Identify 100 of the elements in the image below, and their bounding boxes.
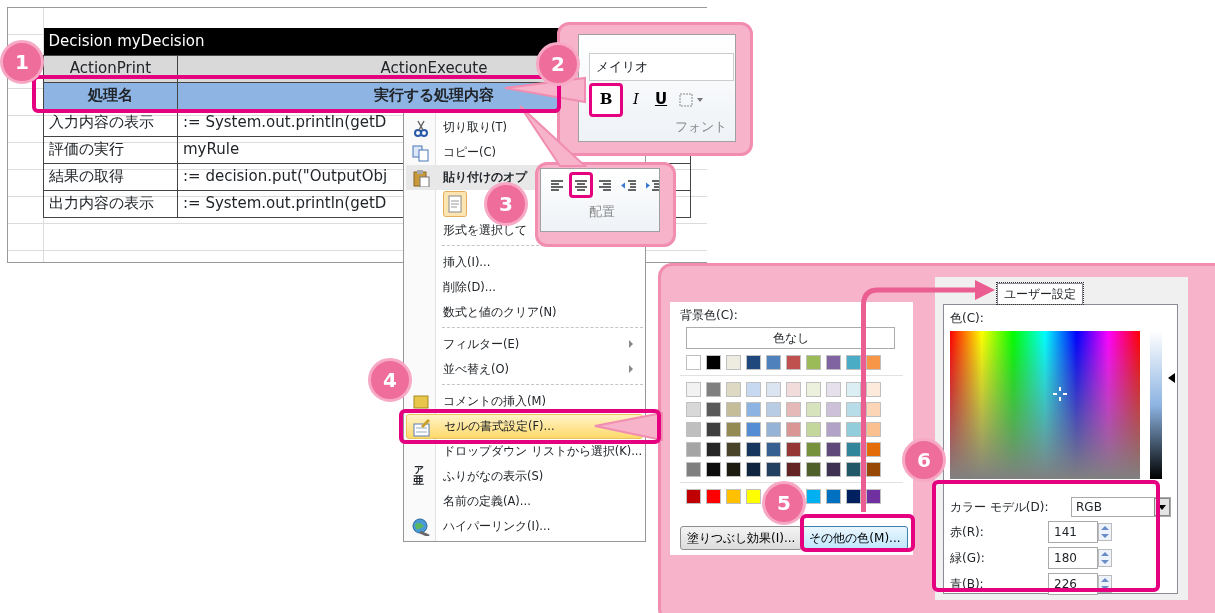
channel-value-field[interactable]: 141	[1048, 521, 1098, 543]
menu-item[interactable]: 挿入(I)...	[443, 253, 491, 272]
channel-value-field[interactable]: 180	[1048, 547, 1098, 569]
color-swatch[interactable]	[846, 382, 861, 397]
color-swatch[interactable]	[806, 355, 821, 370]
color-swatch[interactable]	[686, 442, 701, 457]
color-swatch[interactable]	[766, 382, 781, 397]
color-swatch[interactable]	[806, 402, 821, 417]
color-swatch[interactable]	[786, 442, 801, 457]
color-swatch[interactable]	[706, 462, 721, 477]
menu-item[interactable]: フィルター(E)	[443, 335, 520, 354]
color-swatch[interactable]	[846, 462, 861, 477]
menu-item[interactable]: 並べ替え(O)	[443, 360, 510, 379]
menu-item[interactable]: ドロップダウン リストから選択(K)...	[443, 442, 643, 461]
color-swatch[interactable]	[806, 382, 821, 397]
color-swatch[interactable]	[826, 382, 841, 397]
color-swatch[interactable]	[746, 355, 761, 370]
color-swatch[interactable]	[706, 355, 721, 370]
slider-pointer-icon[interactable]	[1168, 373, 1175, 384]
color-swatch[interactable]	[686, 422, 701, 437]
color-swatch[interactable]	[706, 382, 721, 397]
color-swatch[interactable]	[866, 462, 881, 477]
color-swatch[interactable]	[806, 422, 821, 437]
no-color-option[interactable]: 色なし	[686, 327, 895, 349]
color-spectrum[interactable]	[950, 331, 1140, 479]
color-swatch[interactable]	[806, 489, 821, 504]
color-swatch[interactable]	[686, 462, 701, 477]
color-swatch[interactable]	[686, 382, 701, 397]
color-swatch[interactable]	[766, 355, 781, 370]
header-cell: 処理名	[43, 82, 178, 109]
color-swatch[interactable]	[766, 402, 781, 417]
color-swatch[interactable]	[866, 355, 881, 370]
color-swatch[interactable]	[786, 402, 801, 417]
color-swatch[interactable]	[746, 402, 761, 417]
color-swatch[interactable]	[726, 442, 741, 457]
color-swatch[interactable]	[826, 422, 841, 437]
color-swatch[interactable]	[826, 402, 841, 417]
fill-effects-button[interactable]: 塗りつぶし効果(I)...	[680, 526, 803, 550]
color-swatch[interactable]	[746, 489, 761, 504]
color-swatch[interactable]	[766, 422, 781, 437]
color-swatch[interactable]	[866, 489, 881, 504]
color-swatch[interactable]	[786, 462, 801, 477]
color-swatch[interactable]	[826, 489, 841, 504]
color-swatch[interactable]	[686, 489, 701, 504]
menu-item[interactable]: 数式と値のクリア(N)	[443, 303, 557, 322]
color-swatch[interactable]	[746, 422, 761, 437]
color-swatch[interactable]	[846, 402, 861, 417]
channel-label: 緑(G):	[950, 550, 986, 567]
color-swatch[interactable]	[866, 442, 881, 457]
color-swatch[interactable]	[806, 442, 821, 457]
menu-item[interactable]: 削除(D)...	[443, 278, 496, 297]
color-model-dropdown[interactable]: RGB	[1071, 497, 1171, 517]
color-swatch[interactable]	[686, 355, 701, 370]
paste-option-icon[interactable]	[443, 191, 467, 217]
menu-item[interactable]: ハイパーリンク(I)...	[443, 517, 551, 536]
color-swatch[interactable]	[766, 442, 781, 457]
font-name-field[interactable]: メイリオ	[589, 53, 734, 81]
menu-item[interactable]: 切り取り(T)	[443, 118, 507, 137]
dialog-tab[interactable]: ユーザー設定	[997, 283, 1083, 304]
menu-item[interactable]: ふりがなの表示(S)	[443, 467, 544, 486]
menu-item[interactable]: コピー(C)	[443, 143, 496, 162]
color-swatch[interactable]	[706, 402, 721, 417]
color-swatch[interactable]	[726, 402, 741, 417]
color-swatch[interactable]	[846, 422, 861, 437]
spinner-icon[interactable]	[1098, 549, 1112, 567]
color-swatch[interactable]	[706, 422, 721, 437]
color-swatch[interactable]	[706, 489, 721, 504]
menu-item[interactable]: 名前の定義(A)...	[443, 492, 531, 511]
color-swatch[interactable]	[726, 462, 741, 477]
bold-button[interactable]: B	[589, 82, 623, 117]
color-swatch[interactable]	[786, 422, 801, 437]
color-swatch[interactable]	[866, 382, 881, 397]
color-swatch[interactable]	[746, 382, 761, 397]
color-swatch[interactable]	[726, 489, 741, 504]
align-center-button[interactable]	[569, 172, 593, 198]
color-swatch[interactable]	[846, 442, 861, 457]
color-swatch[interactable]	[846, 489, 861, 504]
color-swatch[interactable]	[826, 462, 841, 477]
color-swatch[interactable]	[686, 402, 701, 417]
more-colors-button[interactable]: その他の色(M)...	[802, 526, 908, 550]
color-swatch[interactable]	[766, 462, 781, 477]
table-cell: 出力内容の表示	[43, 190, 178, 217]
color-swatch[interactable]	[746, 442, 761, 457]
color-swatch[interactable]	[846, 355, 861, 370]
color-swatch[interactable]	[746, 462, 761, 477]
color-swatch[interactable]	[786, 382, 801, 397]
color-swatch[interactable]	[786, 355, 801, 370]
menu-item[interactable]: セルの書式設定(F)...	[406, 414, 643, 439]
color-swatch[interactable]	[706, 442, 721, 457]
color-swatch[interactable]	[866, 402, 881, 417]
color-swatch[interactable]	[726, 355, 741, 370]
table-cell: 結果の取得	[43, 163, 178, 190]
color-swatch[interactable]	[866, 422, 881, 437]
menu-item[interactable]: コメントの挿入(M)	[443, 392, 546, 411]
color-swatch[interactable]	[826, 442, 841, 457]
color-swatch[interactable]	[726, 382, 741, 397]
color-swatch[interactable]	[826, 355, 841, 370]
color-swatch[interactable]	[726, 422, 741, 437]
color-swatch[interactable]	[806, 462, 821, 477]
spinner-icon[interactable]	[1098, 523, 1112, 541]
